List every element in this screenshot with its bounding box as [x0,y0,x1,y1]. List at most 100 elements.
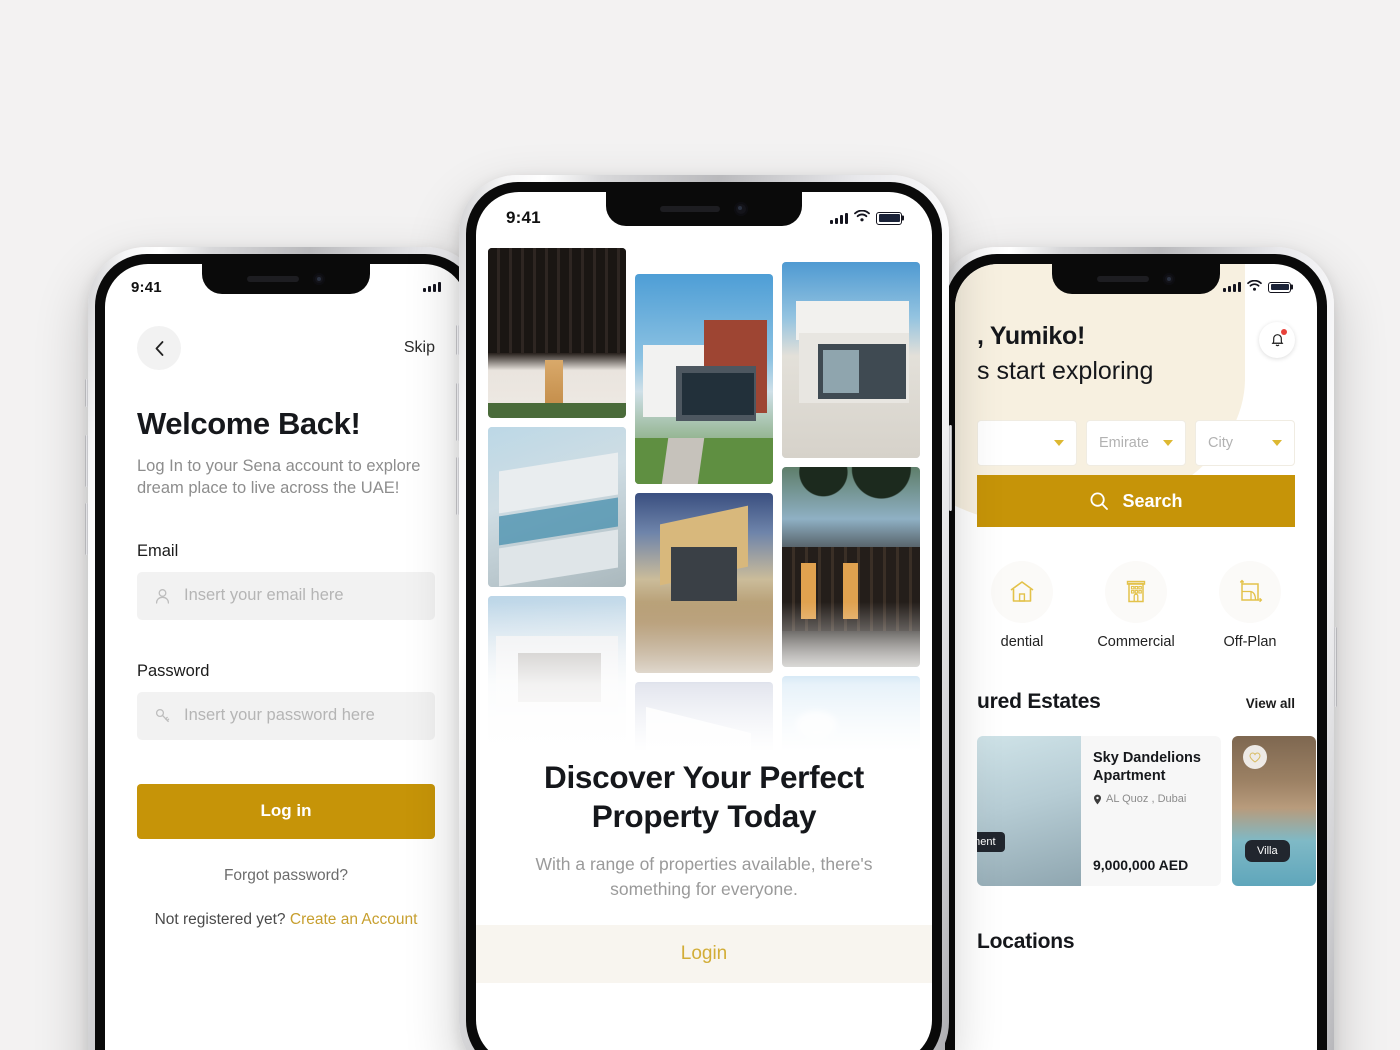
login-button[interactable]: Log in [137,783,435,839]
property-location: AL Quoz , Dubai [1093,793,1209,805]
search-icon [1090,492,1109,510]
heart-icon [1249,751,1261,763]
phone-bezel-center: 9:41 Discover Your Perfect Property Toda… [466,182,942,1050]
property-price: 9,000,000 AED [1093,857,1189,873]
gallery-image-dark-facade-house[interactable] [488,248,626,418]
filter-type-select[interactable] [977,420,1077,466]
email-label: Email [137,541,179,560]
battery-icon-center [876,211,902,225]
locations-title: Locations [977,930,1075,953]
wifi-icon-center [854,209,870,227]
gallery-image-glass-office-block[interactable] [488,427,626,587]
search-button-label: Search [1122,490,1183,511]
greeting-name: , Yumiko! [977,322,1085,350]
gallery-image-white-flat-roof-house-sky[interactable] [782,676,920,752]
register-row: Not registered yet? Create an Account [137,911,435,929]
onboarding-login-button[interactable]: Login [476,925,932,984]
notifications-button[interactable] [1259,322,1295,358]
page-title: Welcome Back! [137,406,361,441]
volume-up-button [85,435,88,487]
status-time: 9:41 [131,278,162,296]
login-topbar: Skip [137,326,435,370]
gallery-columns [488,248,920,752]
gallery-image-timber-gable-house[interactable] [635,493,773,673]
house-icon [991,561,1053,623]
chevron-down-icon [1054,440,1064,446]
status-icons [423,282,441,292]
onboarding-text: Discover Your Perfect Property Today Wit… [476,758,932,901]
user-icon [155,588,170,604]
status-icons-center [830,209,902,227]
property-type-badge: tment [977,832,1005,852]
volume-down-button [85,503,88,555]
property-card-secondary[interactable]: Villa [1232,736,1316,886]
power-button-center [949,425,952,511]
view-all-link[interactable]: View all [1246,696,1295,711]
mute-switch [85,379,88,407]
gallery-image-dark-timber-house-trees[interactable] [782,467,920,667]
featured-title: ured Estates [977,690,1101,713]
greeting-block: , Yumiko! s start exploring [977,322,1153,386]
search-button[interactable]: Search [977,475,1295,527]
email-field[interactable]: Insert your email here [137,571,435,620]
property-card[interactable]: tment Sky Dandelions Apartment AL Quoz ,… [977,736,1221,886]
category-list: dential Commercial Off-Plan [955,561,1317,650]
phone-mockup-left: 9:41 Skip Welcome Back! Log In to your S… [85,247,487,1050]
create-account-link[interactable]: Create an Account [290,911,418,928]
screen-right: 9:41 [955,264,1317,1050]
greeting-row: , Yumiko! s start exploring [977,322,1295,386]
front-camera [313,273,325,285]
filter-city-select[interactable]: City [1195,420,1295,466]
category-residential[interactable]: dential [965,561,1079,650]
search-filters: Emirate City [977,420,1295,466]
volume-up-center [456,383,459,441]
featured-section-header: ured Estates View all [955,690,1317,714]
key-icon [155,708,170,724]
password-label: Password [137,661,210,680]
property-thumbnail: tment [977,736,1081,886]
password-placeholder: Insert your password here [184,706,375,725]
property-gallery [476,192,932,752]
front-camera-right [1163,273,1175,285]
wifi-icon [1247,278,1262,296]
gallery-column-3 [782,262,920,752]
gallery-column-2 [635,274,773,752]
category-offplan[interactable]: Off-Plan [1193,561,1307,650]
filter-emirate-label: Emirate [1099,435,1149,451]
property-type-badge-villa: Villa [1245,840,1290,862]
back-button[interactable] [137,326,181,370]
property-location-text: AL Quoz , Dubai [1106,793,1187,806]
skip-link[interactable]: Skip [404,339,435,357]
phone-mockup-right: 9:41 [935,247,1337,1050]
email-placeholder: Insert your email here [184,586,344,605]
notch-center [606,192,802,226]
gallery-image-red-white-modern-house[interactable] [635,274,773,484]
battery-icon [1268,281,1291,293]
onboarding-title: Discover Your Perfect Property Today [544,759,864,834]
password-field[interactable]: Insert your password here [137,691,435,740]
phone-mockup-center: 9:41 Discover Your Perfect Property Toda… [456,175,952,1050]
chevron-down-icon [1163,440,1173,446]
gallery-column-1 [488,248,626,752]
property-name: Sky Dandelions Apartment [1093,750,1201,785]
phone-bezel-left: 9:41 Skip Welcome Back! Log In to your S… [95,254,477,1050]
earpiece-speaker [247,276,299,282]
screen-left: 9:41 Skip Welcome Back! Log In to your S… [105,264,467,1050]
chevron-down-icon [1272,440,1282,446]
blueprint-icon [1219,561,1281,623]
register-prompt: Not registered yet? [154,910,286,928]
category-commercial[interactable]: Commercial [1079,561,1193,650]
gallery-image-white-villa-glass-doors[interactable] [782,262,920,458]
chevron-left-icon [155,340,163,356]
office-building-icon [1105,561,1167,623]
gallery-image-white-angular-house[interactable] [635,682,773,752]
forgot-password-link[interactable]: Forgot password? [137,867,435,885]
status-icons-right [1223,278,1291,296]
filter-emirate-select[interactable]: Emirate [1086,420,1186,466]
front-camera-center [734,202,748,216]
notch-right [1052,264,1220,294]
gallery-image-white-modern-villa-balcony[interactable] [488,596,626,752]
filter-city-label: City [1208,435,1233,451]
favorite-button[interactable] [1243,745,1267,769]
notification-badge-dot [1281,329,1287,335]
